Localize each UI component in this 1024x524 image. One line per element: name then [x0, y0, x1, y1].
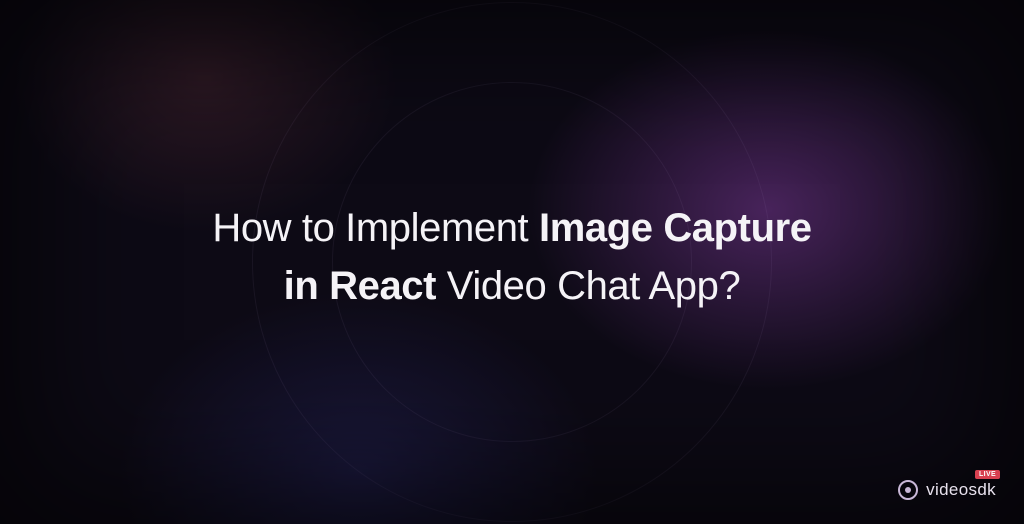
- logo-brand-text: videosdk: [926, 480, 996, 500]
- title-text-bold-1: Image Capture: [539, 206, 812, 250]
- title-text-2: Video Chat App?: [436, 264, 740, 308]
- title-text-1: How to Implement: [212, 206, 539, 250]
- promo-banner: How to Implement Image Capture in React …: [0, 0, 1024, 524]
- logo-icon: [898, 480, 918, 500]
- banner-title: How to Implement Image Capture in React …: [172, 199, 851, 315]
- title-text-bold-2: in React: [284, 264, 436, 308]
- brand-logo: videosdk LIVE: [898, 480, 996, 500]
- live-badge: LIVE: [975, 470, 1000, 479]
